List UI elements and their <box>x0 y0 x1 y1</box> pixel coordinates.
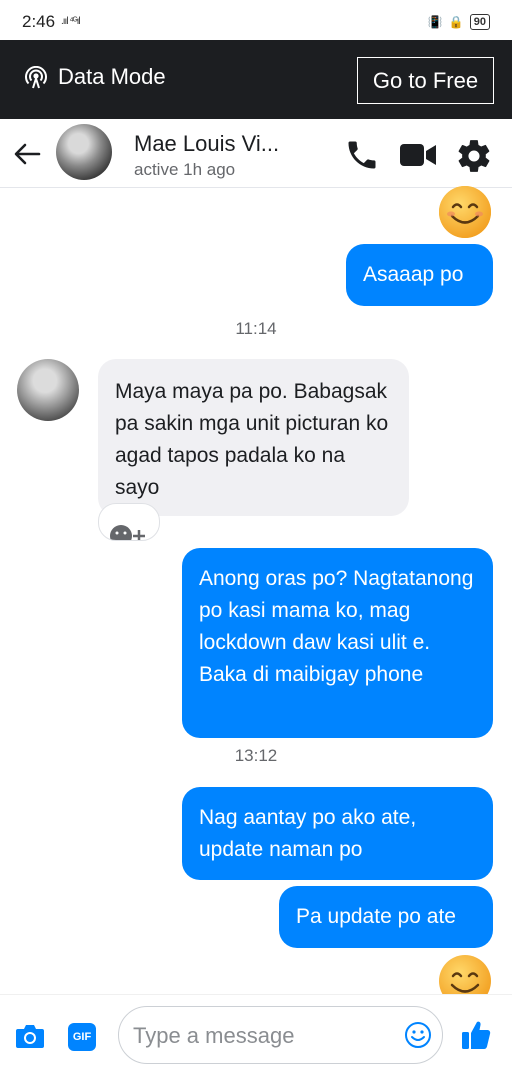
data-mode-label: Data Mode <box>58 64 166 89</box>
message-outgoing[interactable]: Anong oras po? Nagtatanong po kasi mama … <box>182 548 493 738</box>
contact-name[interactable]: Mae Louis Vi... <box>134 131 279 157</box>
smiling-emoji-icon <box>439 186 491 238</box>
go-to-free-button[interactable]: Go to Free <box>357 57 494 104</box>
camera-icon[interactable] <box>14 1021 46 1051</box>
add-reaction-button[interactable] <box>98 503 160 541</box>
gear-icon[interactable] <box>455 137 493 175</box>
contact-avatar[interactable] <box>56 124 112 180</box>
message-incoming[interactable]: Maya maya pa po. Babagsak pa sakin mga u… <box>98 359 409 516</box>
signal-icon: .ııl ⁴ᴳıl <box>61 16 81 27</box>
status-time: 2:46 <box>22 12 56 31</box>
video-call-icon[interactable] <box>398 139 438 171</box>
message-timestamp: 11:14 <box>235 319 277 338</box>
message-input-container[interactable] <box>118 1006 443 1064</box>
message-input[interactable] <box>131 1017 395 1055</box>
emoji-picker-icon[interactable] <box>404 1021 432 1049</box>
contact-message-avatar[interactable] <box>17 359 79 421</box>
lock-icon: 🔒 <box>448 15 464 29</box>
add-reaction-icon <box>110 525 145 540</box>
vibrate-icon: 📳 <box>427 15 443 29</box>
message-timestamp: 13:12 <box>234 746 278 765</box>
phone-call-icon[interactable] <box>344 137 380 173</box>
status-right: 📳 🔒 90 <box>428 14 490 30</box>
contact-status: active 1h ago <box>134 160 236 179</box>
battery-icon: 90 <box>469 14 490 30</box>
thumbs-up-icon[interactable] <box>460 1019 492 1051</box>
back-arrow-icon[interactable] <box>12 139 42 169</box>
data-mode-icon <box>25 66 47 89</box>
gif-icon[interactable]: GIF <box>68 1023 96 1051</box>
message-outgoing[interactable]: Asaaap po <box>346 244 493 306</box>
message-outgoing[interactable]: Pa update po ate <box>279 886 493 948</box>
message-outgoing[interactable]: Nag aantay po ako ate, update naman po <box>182 787 493 880</box>
